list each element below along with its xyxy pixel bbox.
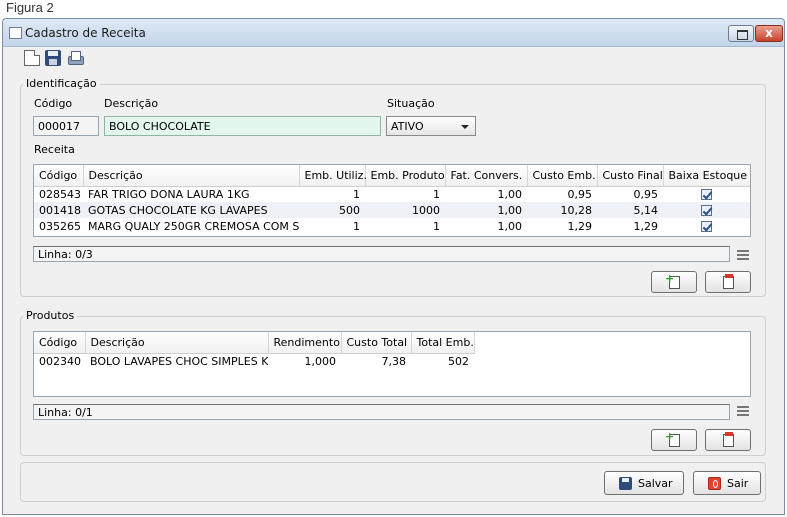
minus-icon (725, 432, 733, 436)
cell-custo-final: 1,29 (633, 219, 659, 233)
cell-custo-emb: 0,95 (567, 187, 593, 201)
table-row[interactable]: 001418 GOTAS CHOCOLATE KG LAVAPES 500 10… (34, 202, 750, 218)
codigo-label: Código (34, 97, 73, 110)
col-header-emb-produto[interactable]: Emb. Produto (365, 165, 446, 187)
java-app-icon (9, 27, 22, 39)
produtos-group-label: Produtos (23, 309, 78, 322)
identificacao-group-label: Identificação (23, 77, 100, 90)
plus-icon: + (665, 272, 675, 285)
save-button-label: Salvar (638, 477, 673, 490)
window-title: Cadastro de Receita (25, 26, 146, 40)
dropdown-arrow-icon (461, 125, 469, 129)
table-row[interactable]: 028543 FAR TRIGO DONA LAURA 1KG 1 1 1,00… (34, 186, 750, 202)
cell-baixa-estoque (663, 202, 750, 218)
col-header-descricao[interactable]: Descrição (85, 332, 269, 354)
title-bar[interactable]: Cadastro de Receita x (3, 19, 784, 47)
plus-icon: + (665, 430, 675, 443)
baixa-estoque-checkbox[interactable] (701, 221, 712, 232)
situacao-selected-value: ATIVO (391, 120, 424, 133)
exit-button[interactable]: Sair (693, 471, 761, 495)
col-header-descricao[interactable]: Descrição (83, 165, 300, 187)
cell-emb-produto: 1000 (365, 202, 445, 218)
receita-table: Código Descrição Emb. Utiliz. Emb. Produ… (33, 164, 751, 237)
table-row[interactable]: 002340 BOLO LAVAPES CHOC SIMPLES KG 1,00… (34, 353, 474, 369)
close-window-button[interactable]: x (755, 25, 783, 42)
cell-custo-emb: 1,29 (567, 219, 593, 233)
col-header-custo-emb[interactable]: Custo Emb. (527, 165, 598, 187)
produtos-table-header: Código Descrição Rendimento Custo Total … (34, 332, 475, 354)
receita-table-header: Código Descrição Emb. Utiliz. Emb. Produ… (34, 165, 750, 187)
col-header-codigo[interactable]: Código (34, 165, 84, 187)
minus-icon (725, 274, 733, 278)
col-header-fat-convers[interactable]: Fat. Convers. (445, 165, 528, 187)
cell-baixa-estoque (663, 186, 750, 202)
receita-delete-row-button[interactable] (705, 271, 751, 293)
cell-rendimento: 1,000 (304, 354, 337, 368)
save-icon (619, 477, 632, 490)
cell-emb-produto: 1 (433, 187, 440, 201)
produtos-delete-row-button[interactable] (705, 429, 751, 451)
col-header-custo-total[interactable]: Custo Total (341, 332, 412, 354)
col-header-custo-final[interactable]: Custo Final (597, 165, 664, 187)
receita-label: Receita (34, 143, 75, 156)
exit-button-label: Sair (727, 477, 749, 490)
produtos-table: Código Descrição Rendimento Custo Total … (33, 331, 751, 397)
col-header-baixa-estoque[interactable]: Baixa Estoque (663, 165, 750, 187)
cell-custo-final: 0,95 (633, 187, 659, 201)
print-icon[interactable] (67, 50, 84, 66)
cell-descricao: FAR TRIGO DONA LAURA 1KG (88, 187, 250, 201)
codigo-field[interactable]: 000017 (33, 116, 99, 136)
produtos-menu-icon[interactable] (737, 406, 749, 416)
save-icon[interactable] (45, 50, 61, 66)
situacao-select[interactable]: ATIVO (386, 116, 476, 136)
cell-total-emb: 502 (448, 354, 469, 368)
cell-codigo: 002340 (39, 354, 81, 368)
cell-emb-utiliz: 500 (299, 202, 365, 218)
col-header-codigo[interactable]: Código (34, 332, 86, 354)
cell-codigo: 001418 (34, 202, 83, 218)
col-header-emb-utiliz[interactable]: Emb. Utiliz. (299, 165, 367, 187)
produtos-add-row-button[interactable]: + (651, 429, 697, 451)
situacao-label: Situação (387, 97, 435, 110)
receita-menu-icon[interactable] (737, 250, 749, 260)
produtos-row-status: Linha: 0/1 (33, 404, 730, 420)
figure-caption: Figura 2 (6, 0, 54, 15)
save-button[interactable]: Salvar (604, 471, 684, 495)
cell-custo-total: 7,38 (381, 354, 407, 368)
restore-window-button[interactable] (728, 25, 754, 42)
cell-codigo: 035265 (39, 219, 81, 233)
new-document-icon[interactable] (24, 50, 40, 66)
cell-emb-utiliz: 1 (353, 219, 360, 233)
cell-custo-final: 5,14 (597, 202, 663, 218)
table-row[interactable]: 035265 MARG QUALY 250GR CREMOSA COM SAL … (34, 218, 750, 234)
cell-baixa-estoque (663, 218, 750, 234)
cell-emb-produto: 1 (433, 219, 440, 233)
cell-fat-convers: 1,00 (445, 202, 527, 218)
baixa-estoque-checkbox[interactable] (701, 205, 712, 216)
receita-add-row-button[interactable]: + (651, 271, 697, 293)
descricao-field[interactable]: BOLO CHOCOLATE (104, 116, 381, 136)
col-header-total-emb[interactable]: Total Emb. (411, 332, 475, 354)
cell-descricao: BOLO LAVAPES CHOC SIMPLES KG (90, 354, 268, 368)
cell-descricao: MARG QUALY 250GR CREMOSA COM SAL (88, 219, 299, 233)
receita-row-status: Linha: 0/3 (33, 246, 730, 262)
baixa-estoque-checkbox[interactable] (701, 189, 712, 201)
descricao-label: Descrição (104, 97, 159, 110)
cell-descricao: GOTAS CHOCOLATE KG LAVAPES (83, 202, 299, 218)
cell-codigo: 028543 (39, 187, 81, 201)
col-header-rendimento[interactable]: Rendimento (268, 332, 342, 354)
cell-emb-utiliz: 1 (353, 187, 360, 201)
cell-fat-convers: 1,00 (497, 187, 523, 201)
cell-custo-emb: 10,28 (527, 202, 597, 218)
power-icon (708, 477, 721, 490)
cell-fat-convers: 1,00 (497, 219, 523, 233)
